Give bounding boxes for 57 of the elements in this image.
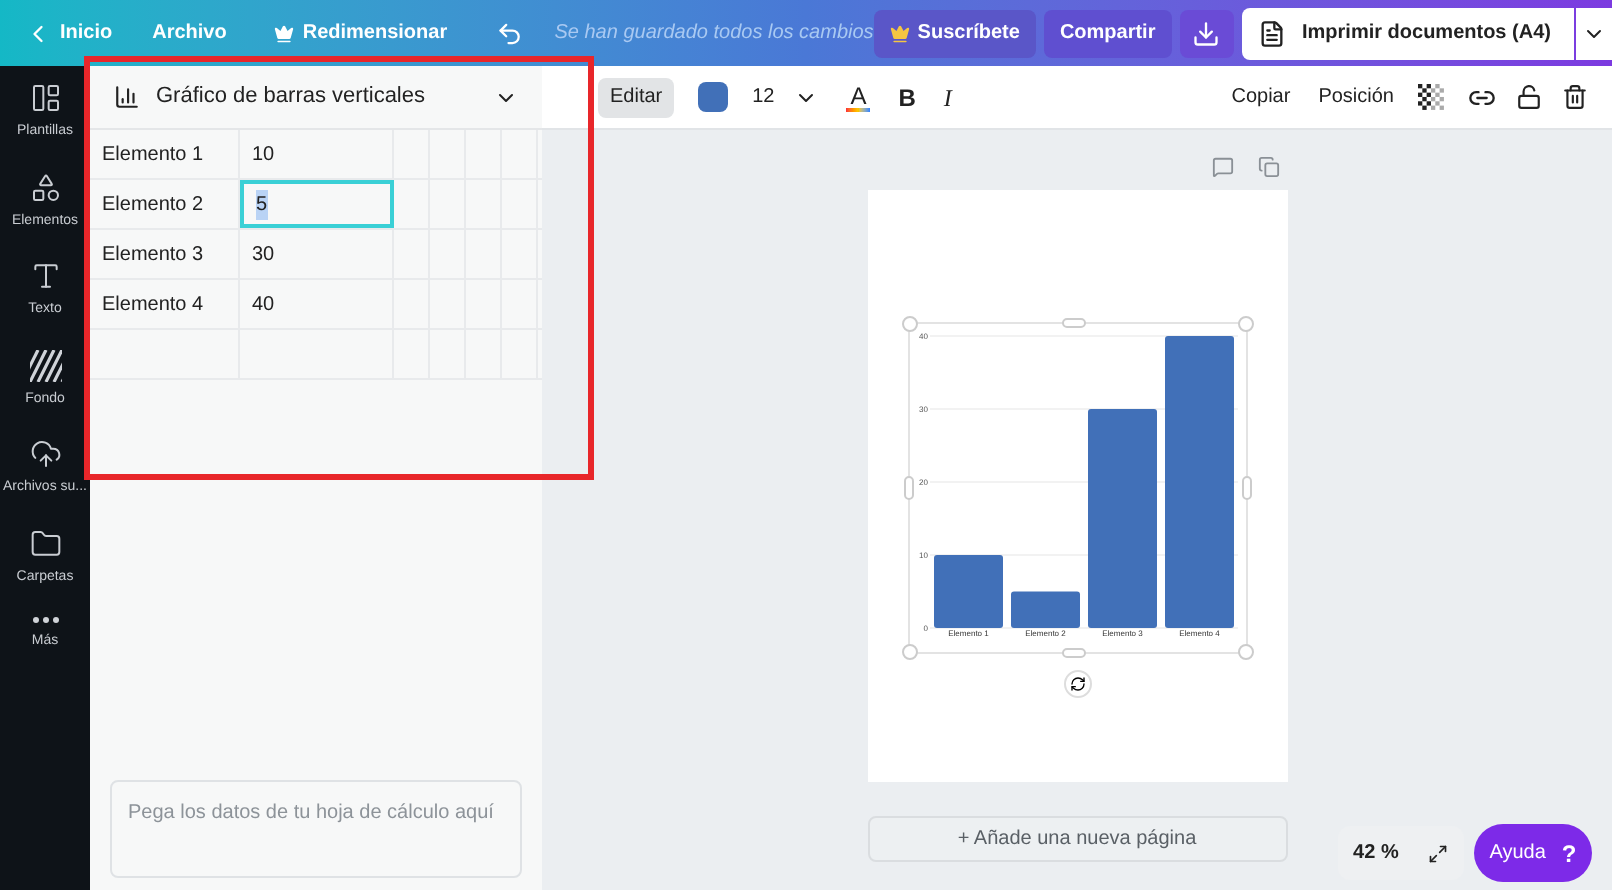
resize-handle[interactable] [1237, 644, 1253, 660]
resize-handle[interactable] [901, 644, 917, 660]
print-button[interactable]: Imprimir documentos (A4) [1242, 7, 1575, 59]
table-cell[interactable]: 10 [240, 130, 394, 178]
table-cell: Elemento 1 [90, 130, 240, 178]
edit-button[interactable]: Editar [598, 77, 675, 117]
text-icon [29, 260, 61, 292]
document-icon [1258, 19, 1286, 47]
resize-handle[interactable] [1061, 648, 1085, 658]
chart-type-dropdown[interactable]: Gráfico de barras verticales [90, 66, 542, 130]
trash-icon[interactable] [1562, 84, 1588, 110]
folder-icon [29, 527, 61, 559]
table-cell: Elemento 3 [90, 230, 240, 278]
share-button[interactable]: Compartir [1043, 9, 1172, 57]
table-cell[interactable]: 30 [240, 230, 394, 278]
more-icon [31, 616, 59, 624]
chart-bar [933, 555, 1002, 628]
text-color-button[interactable]: A [846, 83, 871, 111]
crown-icon [889, 23, 910, 43]
download-button[interactable] [1179, 9, 1234, 57]
font-size-field[interactable]: 12 [752, 82, 819, 112]
resize-handle[interactable] [901, 316, 917, 332]
position-button[interactable]: Posición [1318, 82, 1394, 112]
table-cell: Elemento 2 [90, 180, 240, 228]
duplicate-icon[interactable] [1257, 156, 1279, 178]
comment-icon[interactable] [1211, 156, 1233, 178]
chart-bar [1010, 591, 1079, 628]
rotate-button[interactable] [1063, 670, 1091, 698]
italic-button[interactable]: I [943, 79, 952, 115]
download-icon [1192, 19, 1221, 47]
shapes-icon [29, 171, 61, 203]
resize-handle[interactable] [1061, 318, 1085, 328]
print-options-button[interactable] [1576, 7, 1612, 59]
bar-chart-icon [114, 84, 140, 110]
undo-icon[interactable] [495, 19, 523, 47]
resize-handle[interactable] [1237, 316, 1253, 332]
lock-icon[interactable] [1516, 84, 1542, 110]
help-button[interactable]: Ayuda ? [1474, 824, 1592, 882]
table-cell[interactable]: 5 [240, 180, 394, 228]
table-cell: Elemento 4 [90, 280, 240, 328]
save-status: Se han guardado todos los cambios [554, 20, 874, 48]
rotate-icon [1069, 676, 1085, 692]
copy-button[interactable]: Copiar [1231, 82, 1291, 112]
add-page-button[interactable]: + Añade una nueva página [867, 816, 1287, 862]
paste-data-field[interactable]: Pega los datos de tu hoja de cálculo aquí [110, 780, 522, 878]
transparency-icon[interactable] [1418, 84, 1444, 110]
subscribe-button[interactable]: Suscríbete [873, 9, 1036, 57]
cloud-upload-icon [29, 438, 61, 470]
expand-icon [1428, 843, 1449, 863]
table-cell[interactable]: 40 [240, 280, 394, 328]
resize-handle[interactable] [903, 476, 913, 500]
bold-button[interactable]: B [898, 79, 916, 115]
layout-icon [29, 82, 61, 114]
crown-icon [274, 23, 295, 43]
resize-handle[interactable] [1241, 476, 1251, 500]
hatch-icon [29, 349, 61, 381]
color-swatch[interactable] [698, 82, 729, 112]
